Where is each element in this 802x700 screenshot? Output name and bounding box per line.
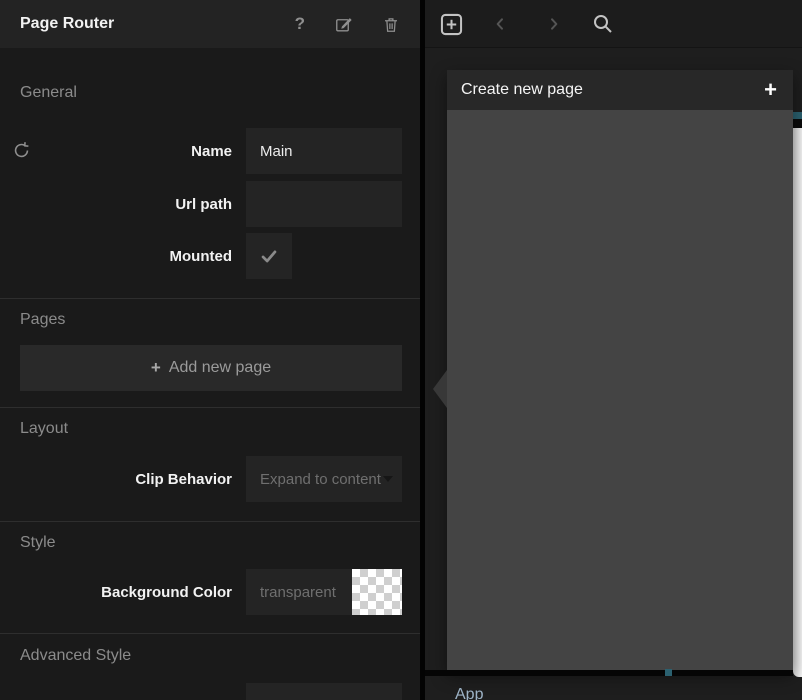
name-value: Main <box>246 143 293 160</box>
node-connector-dot <box>665 669 672 676</box>
create-new-page-popup: Create new page + <box>447 70 793 670</box>
plus-icon: + <box>151 358 161 378</box>
section-title-layout: Layout <box>20 420 68 438</box>
mounted-label: Mounted <box>0 248 246 265</box>
url-path-label: Url path <box>0 196 246 213</box>
section-title-advanced-style: Advanced Style <box>20 647 131 665</box>
property-row-clip-behavior: Clip Behavior Expand to content <box>0 456 402 502</box>
canvas-area: Create new page + App <box>425 0 802 700</box>
add-new-page-label: Add new page <box>169 359 271 377</box>
canvas-toolbar <box>425 0 802 48</box>
properties-panel: Page Router ? <box>0 0 420 700</box>
search-button[interactable] <box>585 0 621 48</box>
page-preview-titlebar <box>792 112 802 119</box>
edit-button[interactable] <box>334 15 353 34</box>
divider <box>0 298 420 299</box>
popup-add-page-button[interactable]: + <box>762 79 779 101</box>
panel-title: Page Router <box>20 15 295 33</box>
navigate-forward-button[interactable] <box>539 0 569 48</box>
section-title-general: General <box>20 84 77 102</box>
popup-arrow <box>433 370 447 408</box>
color-swatch[interactable] <box>352 569 402 615</box>
property-row-name: Name Main <box>0 128 402 174</box>
delete-button[interactable] <box>382 15 400 34</box>
plus-icon: + <box>764 77 777 102</box>
chevron-left-icon <box>492 16 508 32</box>
popup-header: Create new page + <box>447 70 793 110</box>
help-icon: ? <box>295 14 305 34</box>
clip-behavior-label: Clip Behavior <box>0 471 246 488</box>
section-title-pages: Pages <box>20 311 65 329</box>
panel-header-actions: ? <box>295 14 400 34</box>
help-button[interactable]: ? <box>295 14 305 34</box>
clip-behavior-value: Expand to content <box>246 471 381 488</box>
background-color-label: Background Color <box>0 584 246 601</box>
divider <box>0 407 420 408</box>
chevron-right-icon <box>546 16 562 32</box>
node-canvas[interactable]: Create new page + App <box>425 48 802 700</box>
property-row-mounted: Mounted <box>0 233 402 279</box>
name-label: Name <box>0 143 246 160</box>
divider <box>0 633 420 634</box>
add-node-button[interactable] <box>431 0 471 48</box>
background-color-value: transparent <box>246 584 336 601</box>
edit-icon <box>334 15 353 34</box>
mounted-checkbox[interactable] <box>246 233 292 279</box>
popup-shadow <box>425 670 793 676</box>
trash-icon <box>382 15 400 34</box>
property-row-partial <box>0 683 402 700</box>
navigate-back-button[interactable] <box>485 0 515 48</box>
page-preview-body <box>793 128 802 677</box>
clip-behavior-dropdown[interactable]: Expand to content <box>246 456 402 502</box>
add-new-page-button[interactable]: + Add new page <box>20 345 402 391</box>
name-input[interactable]: Main <box>246 128 402 174</box>
panel-header: Page Router ? <box>0 0 420 48</box>
background-color-input[interactable]: transparent <box>246 569 402 615</box>
chevron-down-icon <box>383 476 393 482</box>
property-row-url-path: Url path <box>0 181 402 227</box>
advanced-style-input[interactable] <box>246 683 402 700</box>
property-row-background-color: Background Color transparent <box>0 569 402 615</box>
app-node-label: App <box>455 686 483 700</box>
url-path-input[interactable] <box>246 181 402 227</box>
search-icon <box>591 12 615 36</box>
checkmark-icon <box>258 245 280 267</box>
page-preview-edge <box>792 119 802 128</box>
add-node-icon <box>438 11 465 38</box>
divider <box>0 521 420 522</box>
popup-body <box>447 110 793 670</box>
app-root: Page Router ? <box>0 0 802 700</box>
popup-title: Create new page <box>461 81 762 99</box>
section-title-style: Style <box>20 534 56 552</box>
